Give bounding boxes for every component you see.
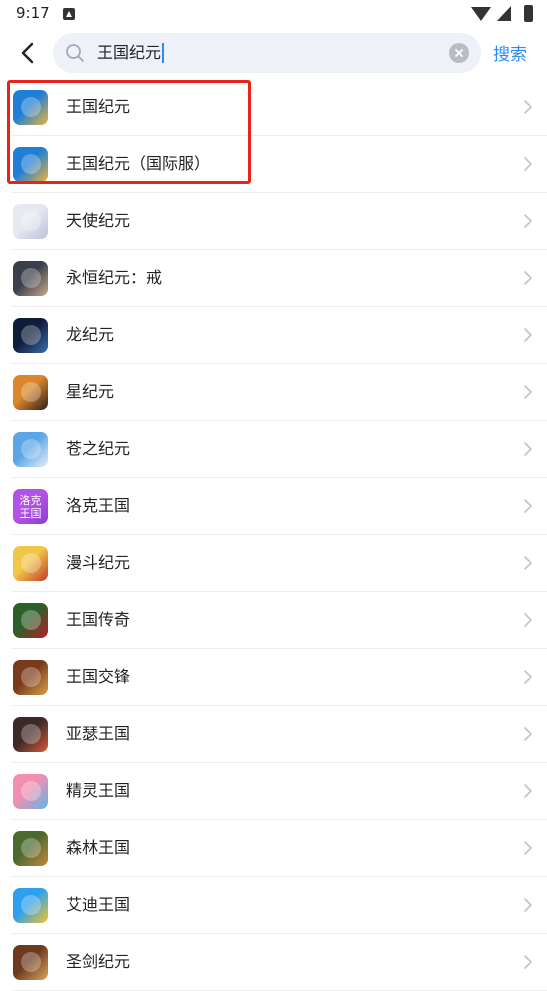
chevron-right-icon xyxy=(524,613,532,627)
chevron-right-icon xyxy=(524,556,532,570)
status-bar: 9:17 xyxy=(0,0,547,28)
app-icon-art xyxy=(21,211,41,231)
app-icon-art xyxy=(21,268,41,288)
chevron-right-icon xyxy=(524,670,532,684)
search-box[interactable]: 王国纪元 xyxy=(53,33,481,73)
app-icon-art xyxy=(21,97,41,117)
status-time: 9:17 xyxy=(16,4,50,22)
app-name: 王国纪元（国际服） xyxy=(66,154,211,173)
app-name: 王国交锋 xyxy=(66,667,131,686)
app-icon-art xyxy=(21,439,41,459)
app-icon-art xyxy=(21,838,41,858)
list-item[interactable]: 漫斗纪元 xyxy=(0,535,547,592)
app-name: 龙纪元 xyxy=(66,325,115,344)
app-icon: 洛克王国 xyxy=(13,489,48,524)
app-icon-art xyxy=(21,667,41,687)
app-icon xyxy=(13,546,48,581)
app-icon-art xyxy=(21,724,41,744)
search-header: 王国纪元 搜索 xyxy=(0,28,547,78)
list-item[interactable]: 圣剑纪元 xyxy=(0,934,547,991)
app-icon xyxy=(13,660,48,695)
app-name: 王国传奇 xyxy=(66,610,131,629)
chevron-right-icon xyxy=(524,157,532,171)
app-name: 洛克王国 xyxy=(66,496,131,515)
notification-icon xyxy=(63,8,75,20)
battery-icon xyxy=(524,5,533,22)
list-item[interactable]: 艾迪王国 xyxy=(0,877,547,934)
chevron-right-icon xyxy=(524,841,532,855)
search-query: 王国纪元 xyxy=(97,43,162,62)
app-name: 精灵王国 xyxy=(66,781,131,800)
chevron-right-icon xyxy=(524,442,532,456)
app-icon xyxy=(13,774,48,809)
list-item[interactable]: 天使纪元 xyxy=(0,193,547,250)
back-button[interactable] xyxy=(12,38,42,68)
search-icon xyxy=(66,44,84,62)
list-item[interactable]: 龙纪元 xyxy=(0,307,547,364)
app-icon xyxy=(13,717,48,752)
app-name: 圣剑纪元 xyxy=(66,952,131,971)
list-item[interactable]: 洛克王国 洛克王国 xyxy=(0,478,547,535)
chevron-right-icon xyxy=(524,727,532,741)
list-item[interactable]: 精灵王国 xyxy=(0,763,547,820)
list-item[interactable]: 王国传奇 xyxy=(0,592,547,649)
app-icon-art xyxy=(21,610,41,630)
app-icon-text: 洛克王国 xyxy=(19,493,42,520)
search-results-list: 王国纪元 王国纪元（国际服） 天使纪元 永恒纪元：戒 龙纪元 星纪元 苍之纪元 洛克王国 洛克王… xyxy=(0,79,547,991)
app-name: 森林王国 xyxy=(66,838,131,857)
app-icon-art xyxy=(21,325,41,345)
app-icon-art xyxy=(21,781,41,801)
chevron-right-icon xyxy=(524,955,532,969)
app-icon xyxy=(13,432,48,467)
signal-icon xyxy=(497,6,511,21)
app-icon-art xyxy=(21,895,41,915)
chevron-right-icon xyxy=(524,385,532,399)
app-icon-art xyxy=(21,154,41,174)
search-input[interactable]: 王国纪元 xyxy=(97,43,164,63)
app-icon xyxy=(13,261,48,296)
chevron-right-icon xyxy=(524,898,532,912)
search-button[interactable]: 搜索 xyxy=(493,40,527,65)
app-name: 漫斗纪元 xyxy=(66,553,131,572)
app-icon-art xyxy=(21,553,41,573)
app-icon-art xyxy=(21,382,41,402)
app-icon xyxy=(13,831,48,866)
app-icon xyxy=(13,888,48,923)
wifi-icon xyxy=(471,7,491,21)
list-item[interactable]: 星纪元 xyxy=(0,364,547,421)
app-name: 艾迪王国 xyxy=(66,895,131,914)
app-icon xyxy=(13,147,48,182)
chevron-right-icon xyxy=(524,214,532,228)
app-icon xyxy=(13,204,48,239)
chevron-right-icon xyxy=(524,271,532,285)
back-arrow-icon xyxy=(21,42,34,64)
clear-button[interactable] xyxy=(449,43,469,63)
app-icon-art xyxy=(21,952,41,972)
list-item[interactable]: 亚瑟王国 xyxy=(0,706,547,763)
app-icon xyxy=(13,90,48,125)
app-name: 天使纪元 xyxy=(66,211,131,230)
list-item[interactable]: 永恒纪元：戒 xyxy=(0,250,547,307)
chevron-right-icon xyxy=(524,499,532,513)
clear-icon xyxy=(455,49,463,57)
chevron-right-icon xyxy=(524,100,532,114)
text-caret xyxy=(162,43,164,63)
list-item[interactable]: 王国纪元 xyxy=(0,79,547,136)
chevron-right-icon xyxy=(524,784,532,798)
list-item[interactable]: 森林王国 xyxy=(0,820,547,877)
list-item[interactable]: 苍之纪元 xyxy=(0,421,547,478)
app-name: 王国纪元 xyxy=(66,97,131,116)
list-item[interactable]: 王国交锋 xyxy=(0,649,547,706)
app-name: 星纪元 xyxy=(66,382,115,401)
app-icon xyxy=(13,375,48,410)
app-icon xyxy=(13,945,48,980)
app-icon xyxy=(13,603,48,638)
app-name: 苍之纪元 xyxy=(66,439,131,458)
chevron-right-icon xyxy=(524,328,532,342)
app-icon xyxy=(13,318,48,353)
list-item[interactable]: 王国纪元（国际服） xyxy=(0,136,547,193)
app-name: 亚瑟王国 xyxy=(66,724,131,743)
app-name: 永恒纪元：戒 xyxy=(66,268,163,287)
